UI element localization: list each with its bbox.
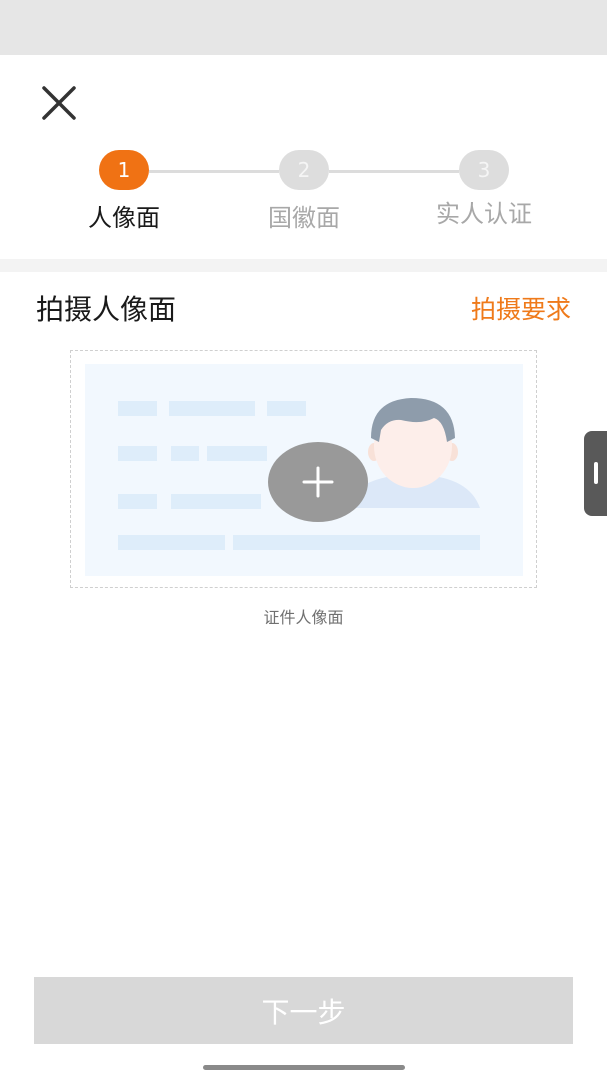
upload-caption: 证件人像面: [263, 608, 344, 627]
card-line: [169, 401, 255, 416]
step-emblem-side: 2 国徽面: [234, 150, 374, 233]
floating-side-handle[interactable]: [584, 431, 607, 516]
card-line: [233, 535, 480, 550]
section-title: 拍摄人像面: [36, 293, 177, 326]
plus-icon: [302, 466, 334, 498]
close-button[interactable]: [36, 80, 82, 126]
add-photo-button[interactable]: [268, 442, 368, 522]
card-line: [118, 401, 157, 416]
card-line: [207, 446, 267, 461]
close-icon: [42, 86, 76, 120]
card-line: [118, 494, 157, 509]
photo-requirements-link[interactable]: 拍摄要求: [471, 290, 571, 326]
card-line: [118, 446, 157, 461]
step-label: 国徽面: [268, 204, 340, 232]
card-line: [171, 494, 261, 509]
card-line: [118, 535, 225, 550]
next-step-button[interactable]: 下一步: [34, 977, 573, 1044]
handle-grip-icon: [594, 462, 598, 484]
step-real-person-verification: 3 实人认证: [414, 150, 554, 229]
step-label: 人像面: [88, 204, 160, 232]
id-portrait-upload-area[interactable]: [70, 350, 537, 588]
step-number-badge: 2: [279, 150, 329, 190]
status-bar: [0, 0, 607, 55]
card-line: [171, 446, 199, 461]
step-portrait-side: 1 人像面: [54, 150, 194, 233]
id-card-illustration: [85, 364, 523, 576]
home-indicator[interactable]: [203, 1065, 405, 1070]
section-divider: [0, 259, 607, 272]
step-label: 实人认证: [436, 200, 532, 228]
card-line: [267, 401, 306, 416]
step-number-badge: 1: [99, 150, 149, 190]
step-number-badge: 3: [459, 150, 509, 190]
